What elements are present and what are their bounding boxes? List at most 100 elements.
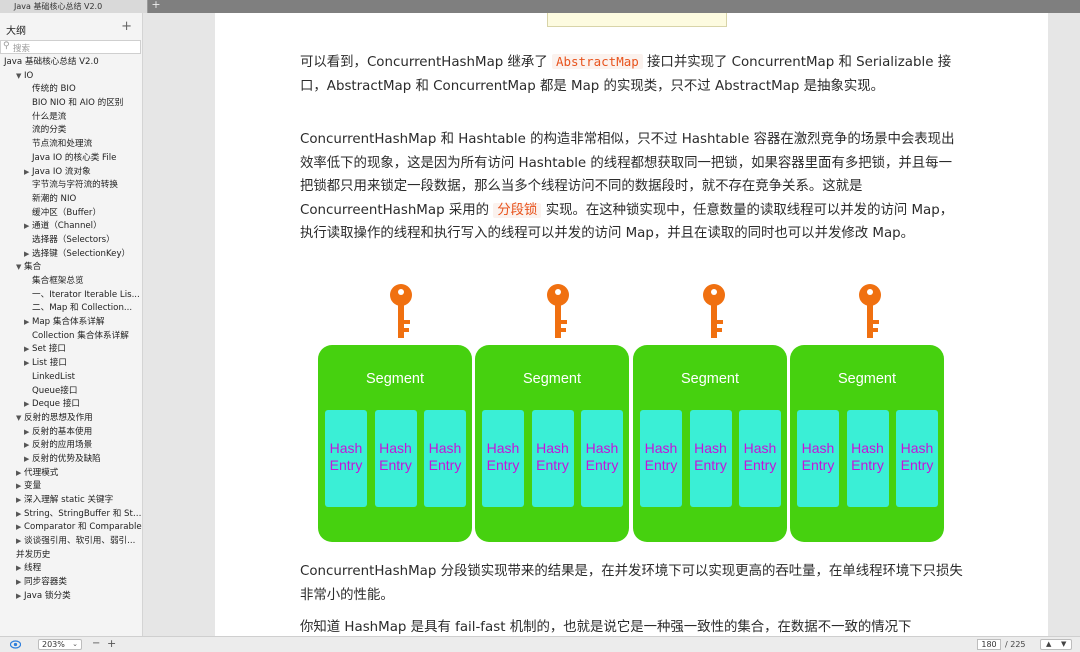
collapsed-arrow-icon[interactable]: ▶ bbox=[16, 521, 24, 535]
outline-item[interactable]: 字节流与字符流的转换 bbox=[0, 179, 142, 193]
outline-item[interactable]: ▼ 反射的思想及作用 bbox=[0, 412, 142, 426]
outline-item[interactable]: 一、Iterator Iterable Lis... bbox=[0, 289, 142, 303]
page-number-input[interactable]: 180 bbox=[977, 639, 1001, 650]
outline-item[interactable]: LinkedList bbox=[0, 371, 142, 385]
paragraph-4: 你知道 HashMap 是具有 fail-fast 机制的，也就是说它是一种强一… bbox=[300, 620, 912, 635]
segment-lock-diagram: Segment Hash Entry Hash Entry Hash Entry Segmen… bbox=[318, 284, 944, 544]
hash-entry: Hash Entry bbox=[689, 410, 732, 507]
collapsed-arrow-icon[interactable]: ▶ bbox=[16, 508, 24, 522]
outline-item[interactable]: ▶ Deque 接口 bbox=[0, 398, 142, 412]
expanded-arrow-icon[interactable]: ▼ bbox=[16, 412, 24, 426]
zoom-out-button[interactable]: − bbox=[92, 638, 100, 649]
outline-item-label: Java 基础核心总结 V2.0 bbox=[4, 57, 99, 67]
zoom-select[interactable]: 203% ⌄ bbox=[38, 639, 82, 650]
collapsed-arrow-icon[interactable]: ▶ bbox=[24, 316, 32, 330]
zoom-value: 203% bbox=[42, 640, 65, 649]
collapsed-arrow-icon[interactable]: ▶ bbox=[24, 453, 32, 467]
collapsed-arrow-icon[interactable]: ▶ bbox=[16, 494, 24, 508]
outline-item[interactable]: ▶ 反射的应用场景 bbox=[0, 439, 142, 453]
outline-item[interactable]: 并发历史 bbox=[0, 549, 142, 563]
hash-entry-line2: Entry bbox=[743, 457, 777, 473]
outline-item[interactable]: 新潮的 NIO bbox=[0, 193, 142, 207]
outline-item-label: 什么是流 bbox=[32, 111, 67, 122]
outline-item-label: 线程 bbox=[24, 563, 42, 574]
hash-entry-line1: Hash bbox=[585, 440, 619, 456]
collapsed-arrow-icon[interactable]: ▶ bbox=[24, 343, 32, 357]
outline-item[interactable]: 什么是流 bbox=[0, 111, 142, 125]
outline-item[interactable]: ▶ 谈谈强引用、软引用、弱引... bbox=[0, 535, 142, 549]
outline-item[interactable]: ▶ 反射的优势及缺陷 bbox=[0, 453, 142, 467]
collapsed-arrow-icon[interactable]: ▶ bbox=[24, 248, 32, 262]
outline-search-input[interactable]: ⚲ 搜索 bbox=[0, 40, 141, 54]
expanded-arrow-icon[interactable]: ▼ bbox=[16, 70, 24, 84]
outline-item-label: 集合 bbox=[24, 262, 42, 273]
outline-item[interactable]: ▶ 代理模式 bbox=[0, 467, 142, 481]
outline-item[interactable]: ▶ 线程 bbox=[0, 562, 142, 576]
inline-code-segment-lock: 分段锁 bbox=[493, 202, 542, 218]
outline-item[interactable]: 选择器（Selectors） bbox=[0, 234, 142, 248]
outline-item[interactable]: Java IO 的核心类 File bbox=[0, 152, 142, 166]
page-down-button[interactable]: ▼ bbox=[1061, 640, 1066, 648]
collapsed-arrow-icon[interactable]: ▶ bbox=[24, 398, 32, 412]
outline-item[interactable]: Collection 集合体系详解 bbox=[0, 330, 142, 344]
outline-item[interactable]: ▼ IO bbox=[0, 70, 142, 84]
outline-item[interactable]: Java 基础核心总结 V2.0 bbox=[0, 56, 142, 70]
hash-entry-line1: Hash bbox=[428, 440, 462, 456]
outline-item[interactable]: ▶ 深入理解 static 关键字 bbox=[0, 494, 142, 508]
hash-entry-label: Hash Entry bbox=[797, 440, 839, 474]
collapsed-arrow-icon[interactable]: ▶ bbox=[16, 467, 24, 481]
collapsed-arrow-icon[interactable]: ▶ bbox=[16, 590, 24, 604]
collapsed-arrow-icon[interactable]: ▶ bbox=[24, 439, 32, 453]
outline-item[interactable]: ▶ Java 锁分类 bbox=[0, 590, 142, 604]
chevron-down-icon: ⌄ bbox=[72, 640, 78, 648]
outline-item[interactable]: ▶ String、StringBuffer 和 Stri... bbox=[0, 508, 142, 522]
outline-item[interactable]: 集合框架总览 bbox=[0, 275, 142, 289]
outline-item[interactable]: Queue接口 bbox=[0, 385, 142, 399]
segment-block: Segment Hash Entry Hash Entry Hash Entry bbox=[633, 345, 787, 542]
collapsed-arrow-icon[interactable]: ▶ bbox=[16, 576, 24, 590]
outline-item[interactable]: ▶ 反射的基本使用 bbox=[0, 426, 142, 440]
zoom-in-button[interactable]: + bbox=[107, 637, 116, 650]
outline-item-label: 并发历史 bbox=[16, 549, 51, 560]
collapsed-arrow-icon[interactable]: ▶ bbox=[24, 357, 32, 371]
outline-item[interactable]: 传统的 BIO bbox=[0, 83, 142, 97]
outline-item[interactable]: ▶ Map 集合体系详解 bbox=[0, 316, 142, 330]
hash-entry-label: Hash Entry bbox=[739, 440, 781, 474]
collapsed-arrow-icon[interactable]: ▶ bbox=[16, 535, 24, 549]
outline-item[interactable]: 节点流和处理流 bbox=[0, 138, 142, 152]
outline-item[interactable]: ▶ Set 接口 bbox=[0, 343, 142, 357]
key-icon bbox=[390, 284, 412, 338]
tab-title: Java 基础核心总结 V2.0 bbox=[14, 2, 103, 11]
segment-block: Segment Hash Entry Hash Entry Hash Entry bbox=[475, 345, 629, 542]
eye-icon[interactable] bbox=[10, 640, 21, 649]
document-view[interactable]: 可以看到，ConcurrentHashMap 继承了 AbstractMap 接… bbox=[143, 13, 1080, 636]
outline-item[interactable]: ▶ 同步容器类 bbox=[0, 576, 142, 590]
outline-item[interactable]: ▶ List 接口 bbox=[0, 357, 142, 371]
outline-item[interactable]: 二、Map 和 Collection... bbox=[0, 302, 142, 316]
outline-item[interactable]: ▶ Java IO 流对象 bbox=[0, 166, 142, 180]
outline-item[interactable]: BIO NIO 和 AIO 的区别 bbox=[0, 97, 142, 111]
outline-item[interactable]: ▶ 选择键（SelectionKey） bbox=[0, 248, 142, 262]
collapsed-arrow-icon[interactable]: ▶ bbox=[16, 480, 24, 494]
outline-item-label: LinkedList bbox=[32, 371, 76, 382]
new-tab-button[interactable]: + bbox=[150, 0, 162, 11]
hash-entry-line1: Hash bbox=[801, 440, 835, 456]
collapsed-arrow-icon[interactable]: ▶ bbox=[16, 562, 24, 576]
outline-item[interactable]: 缓冲区（Buffer） bbox=[0, 207, 142, 221]
note-box bbox=[547, 13, 727, 27]
collapsed-arrow-icon[interactable]: ▶ bbox=[24, 166, 32, 180]
hash-entry-label: Hash Entry bbox=[690, 440, 732, 474]
outline-item[interactable]: ▶ 变量 bbox=[0, 480, 142, 494]
outline-item[interactable]: ▶ 通道（Channel） bbox=[0, 220, 142, 234]
page-up-button[interactable]: ▲ bbox=[1046, 640, 1051, 648]
outline-item-label: 新潮的 NIO bbox=[32, 193, 77, 204]
outline-item-label: Comparator 和 Comparable bbox=[24, 522, 142, 533]
outline-item[interactable]: ▼ 集合 bbox=[0, 261, 142, 275]
tab-document[interactable]: Java 基础核心总结 V2.0 bbox=[0, 0, 148, 13]
expanded-arrow-icon[interactable]: ▼ bbox=[16, 261, 24, 275]
collapsed-arrow-icon[interactable]: ▶ bbox=[24, 426, 32, 440]
outline-item[interactable]: 流的分类 bbox=[0, 124, 142, 138]
collapsed-arrow-icon[interactable]: ▶ bbox=[24, 220, 32, 234]
outline-add-button[interactable]: + bbox=[121, 19, 132, 34]
outline-item[interactable]: ▶ Comparator 和 Comparable bbox=[0, 521, 142, 535]
